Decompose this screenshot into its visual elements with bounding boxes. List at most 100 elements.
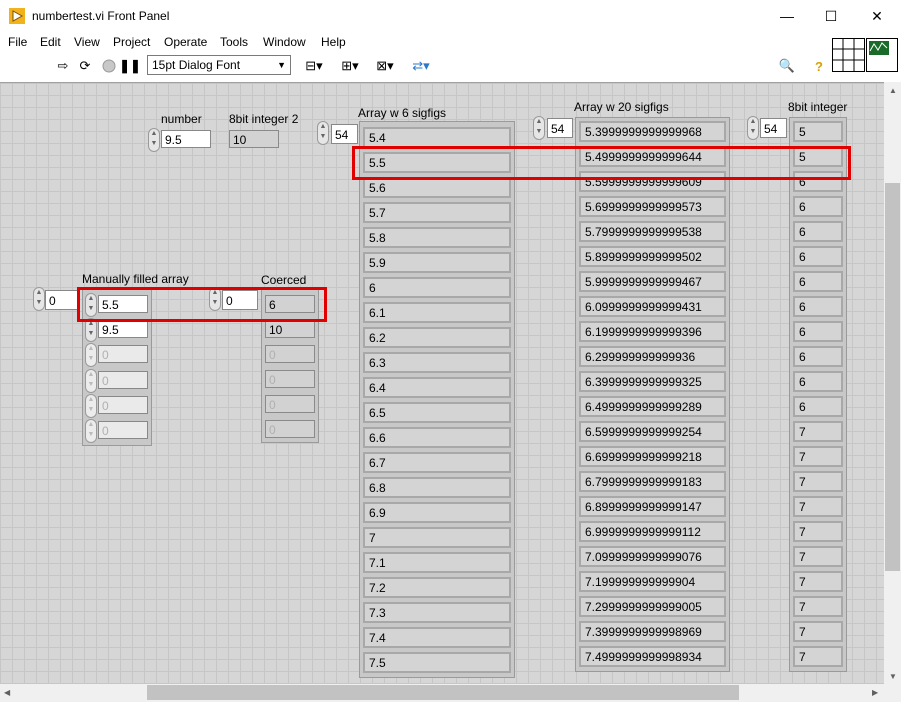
arr6-element: 7 (363, 527, 511, 548)
int8-element: 6 (793, 396, 843, 417)
arr6-element: 5.4 (363, 127, 511, 148)
minimize-button[interactable]: — (764, 0, 810, 32)
arr6-element: 5.6 (363, 177, 511, 198)
menu-help[interactable]: Help (321, 35, 346, 49)
number-input[interactable]: 9.5 (161, 130, 211, 148)
manual-index-input[interactable]: 0 (45, 290, 79, 310)
arr20-element: 6.7999999999999183 (579, 471, 726, 492)
coerced-element: 0 (265, 395, 315, 413)
manual-element-spinner-icon[interactable]: ▲ ▼ (85, 419, 97, 443)
run-continuously-icon[interactable]: ⟳ (77, 58, 93, 74)
scroll-right-icon[interactable]: ▶ (872, 688, 878, 697)
arr6-index-spinner-icon[interactable]: ▲ ▼ (317, 121, 329, 145)
run-arrow-icon[interactable]: ⇨ (55, 58, 71, 74)
arr6-element: 6.5 (363, 402, 511, 423)
maximize-button[interactable]: ☐ (808, 0, 854, 32)
arr20-index-input[interactable]: 54 (547, 118, 573, 138)
int8-element: 6 (793, 296, 843, 317)
arr6-element: 6.4 (363, 377, 511, 398)
menu-view[interactable]: View (74, 35, 100, 49)
arr6-element: 6.8 (363, 477, 511, 498)
align-objects-icon[interactable]: ⊟▾ (301, 58, 327, 74)
font-dropdown[interactable]: 15pt Dialog Font ▼ (147, 55, 291, 75)
horizontal-scroll-thumb[interactable] (147, 685, 739, 700)
reorder-icon[interactable]: ⇄▾ (408, 58, 434, 74)
pause-icon[interactable]: ❚❚ (119, 58, 141, 74)
int8-element: 7 (793, 521, 843, 542)
arr20-element: 6.4999999999999289 (579, 396, 726, 417)
manual-element-spinner-icon[interactable]: ▲ ▼ (85, 368, 97, 393)
arr20-element: 6.3999999999999325 (579, 371, 726, 392)
number-increment-icon[interactable]: ▲ ▼ (148, 128, 160, 152)
number-label: number (161, 112, 202, 126)
distribute-objects-icon[interactable]: ⊞▾ (337, 58, 363, 74)
manual-element-spinner-icon[interactable]: ▲ ▼ (85, 393, 97, 418)
connector-pane-icon (832, 38, 898, 72)
coerced-element: 0 (265, 345, 315, 363)
arr20-element: 5.3999999999999968 (579, 121, 726, 142)
coerced-element: 10 (265, 320, 315, 338)
arr6-element: 5.7 (363, 202, 511, 223)
manual-element[interactable]: 0 (98, 370, 148, 389)
arr20-element: 5.7999999999999538 (579, 221, 726, 242)
vertical-scroll-thumb[interactable] (885, 183, 900, 571)
resize-objects-icon[interactable]: ⊠▾ (372, 58, 398, 74)
menu-window[interactable]: Window (263, 35, 306, 49)
int8-element: 6 (793, 321, 843, 342)
menu-file[interactable]: File (8, 35, 27, 49)
scroll-left-icon[interactable]: ◀ (4, 688, 10, 697)
abort-execution-icon[interactable] (101, 58, 117, 74)
arr6-element: 6.3 (363, 352, 511, 373)
manual-index-spinner-icon[interactable]: ▲ ▼ (33, 287, 45, 311)
arr20-element: 7.4999999999998934 (579, 646, 726, 667)
arr20-element: 7.3999999999998969 (579, 621, 726, 642)
arr6-element: 6.6 (363, 427, 511, 448)
arr6-element: 6 (363, 277, 511, 298)
arr20-element: 6.6999999999999218 (579, 446, 726, 467)
window-title: numbertest.vi Front Panel (32, 9, 170, 23)
arr20-element: 5.9999999999999467 (579, 271, 726, 292)
arr20-element: 7.0999999999999076 (579, 546, 726, 567)
arr20-element: 6.1999999999999396 (579, 321, 726, 342)
font-dropdown-value: 15pt Dialog Font (152, 58, 241, 72)
int8-element: 7 (793, 546, 843, 567)
menu-project[interactable]: Project (113, 35, 150, 49)
arr20-element: 6.299999999999936 (579, 346, 726, 367)
manual-element[interactable]: 0 (98, 395, 148, 414)
int8-element: 7 (793, 446, 843, 467)
arr20-element: 7.2999999999999005 (579, 596, 726, 617)
arr20-index-spinner-icon[interactable]: ▲ ▼ (533, 116, 545, 140)
int8-element: 6 (793, 346, 843, 367)
manual-element[interactable]: 9.5 (98, 320, 148, 339)
menu-edit[interactable]: Edit (40, 35, 61, 49)
int8-element: 6 (793, 221, 843, 242)
menu-tools[interactable]: Tools (220, 35, 248, 49)
arr6-element: 7.1 (363, 552, 511, 573)
arr6-element: 5.8 (363, 227, 511, 248)
int2-label: 8bit integer 2 (229, 112, 299, 126)
int8-index-spinner-icon[interactable]: ▲ ▼ (747, 116, 759, 140)
arr6-index-input[interactable]: 54 (331, 124, 358, 144)
int8-element: 7 (793, 646, 843, 667)
int8-element: 7 (793, 471, 843, 492)
scroll-up-icon[interactable]: ▲ (889, 86, 897, 95)
manual-element[interactable]: 0 (98, 421, 148, 439)
labview-vi-icon (9, 8, 25, 24)
manual-element-spinner-icon[interactable]: ▲ ▼ (85, 343, 97, 368)
close-button[interactable]: ✕ (854, 0, 900, 32)
int8-element: 7 (793, 596, 843, 617)
arr6-element: 6.2 (363, 327, 511, 348)
scroll-down-icon[interactable]: ▼ (889, 672, 897, 681)
int8-index-input[interactable]: 54 (760, 118, 787, 138)
scrollbar-corner (884, 684, 901, 702)
search-icon[interactable]: 🔍 (777, 58, 797, 74)
context-help-icon[interactable]: ? (811, 58, 827, 74)
coerced-array-label: Coerced (261, 273, 307, 287)
arr6-label: Array w 6 sigfigs (358, 106, 447, 120)
coerced-element: 0 (265, 420, 315, 438)
arr6-element: 6.7 (363, 452, 511, 473)
manual-element[interactable]: 0 (98, 345, 148, 364)
highlight-box-coerced (77, 287, 327, 322)
arr20-element: 5.8999999999999502 (579, 246, 726, 267)
menu-operate[interactable]: Operate (164, 35, 207, 49)
